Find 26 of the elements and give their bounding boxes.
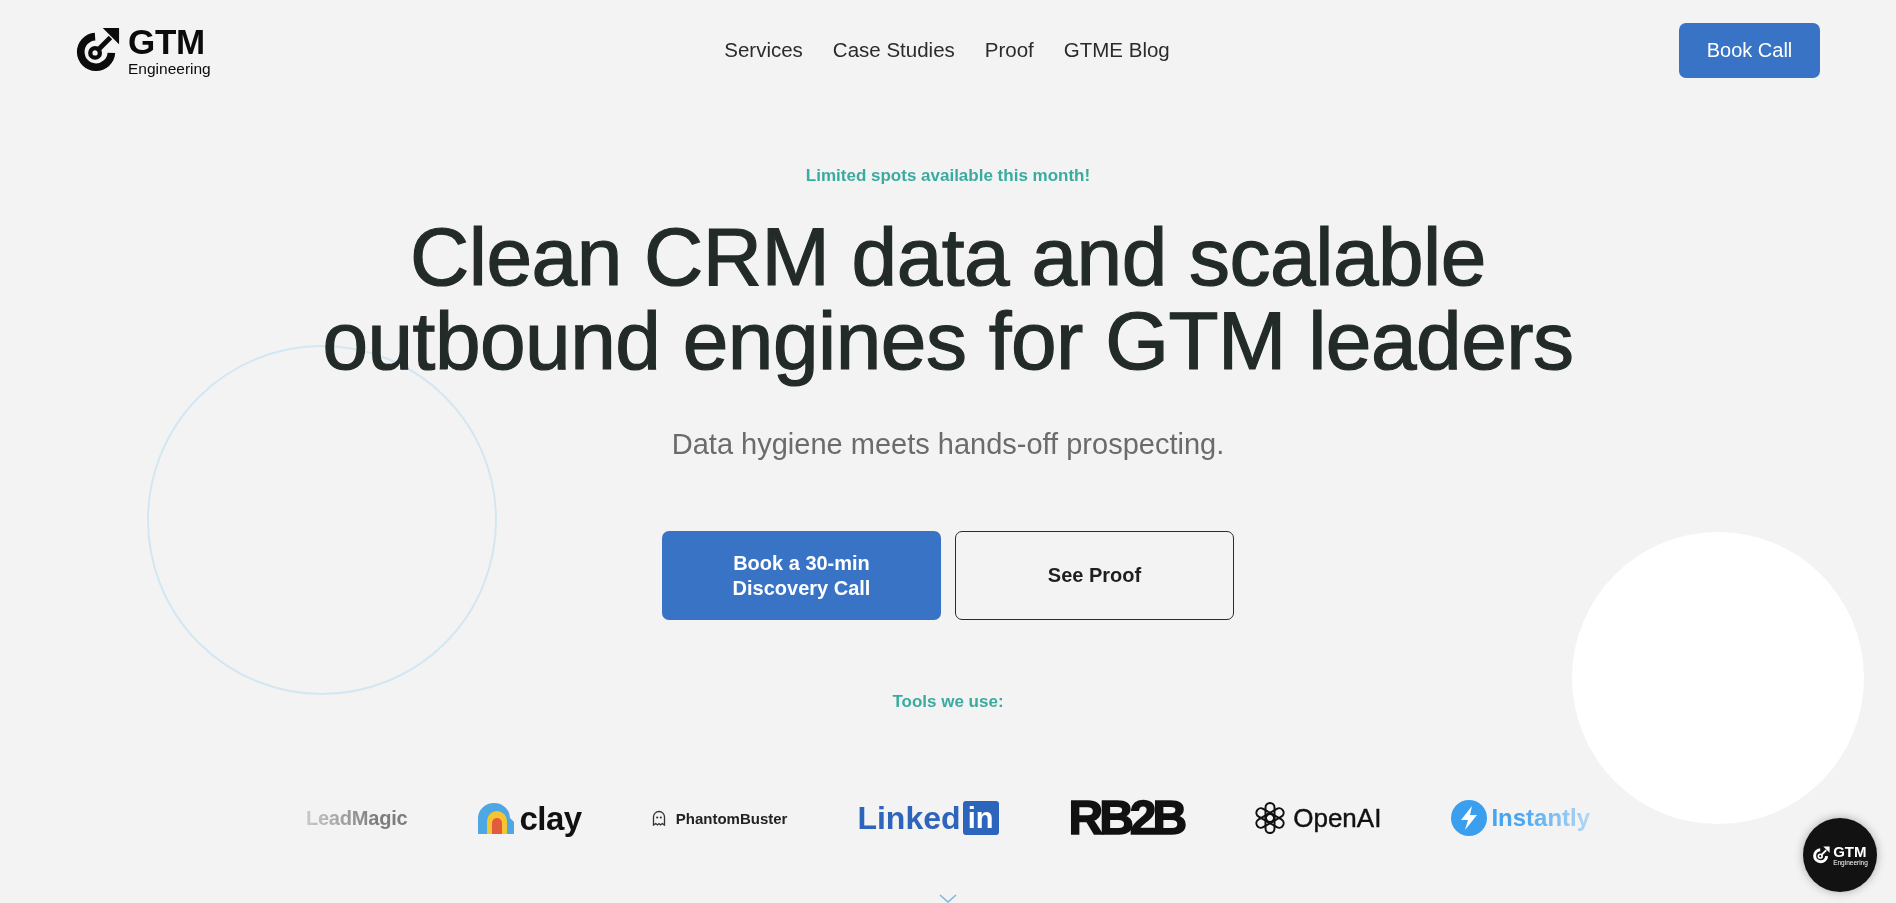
logo-wordmark: LeadMagic [305, 808, 408, 828]
ghost-icon [651, 810, 666, 826]
tools-heading: Tools we use: [892, 691, 1004, 713]
logo-wordmark: clay [519, 801, 582, 835]
logo-wordmark: OpenAI [1293, 805, 1382, 831]
logo-tile: in [962, 801, 999, 835]
arch-icon [477, 802, 516, 834]
logo-link[interactable]: GTM Engineering [74, 23, 211, 77]
target-arrow-icon [74, 27, 120, 73]
secondary-button[interactable]: See Proof [955, 531, 1234, 620]
book-call-button[interactable]: Book Call [1679, 22, 1820, 78]
knot-icon [1253, 801, 1288, 835]
logo-wordmark: PhantomBuster [675, 810, 788, 826]
hero-subtitle: Data hygiene meets hands-off prospecting. [671, 427, 1225, 461]
lightning-bolt-icon [1451, 800, 1488, 836]
logo-wordmark: Linked [857, 802, 961, 834]
nav-link[interactable]: Case Studies [832, 38, 955, 62]
logo-wordmark: Instantly [1491, 806, 1591, 830]
logo-wordmark: RB2B [1068, 794, 1184, 842]
target-arrow-icon [1812, 846, 1831, 864]
nav-link[interactable]: GTME Blog [1063, 38, 1170, 62]
availability-notice: Limited spots available this month! [805, 165, 1091, 187]
nav-link[interactable]: Proof [984, 38, 1034, 62]
chevron-down-icon[interactable] [939, 894, 957, 903]
nav-link[interactable]: Services [724, 38, 803, 62]
primary-button[interactable]: Book a 30-min Discovery Call [662, 531, 941, 620]
